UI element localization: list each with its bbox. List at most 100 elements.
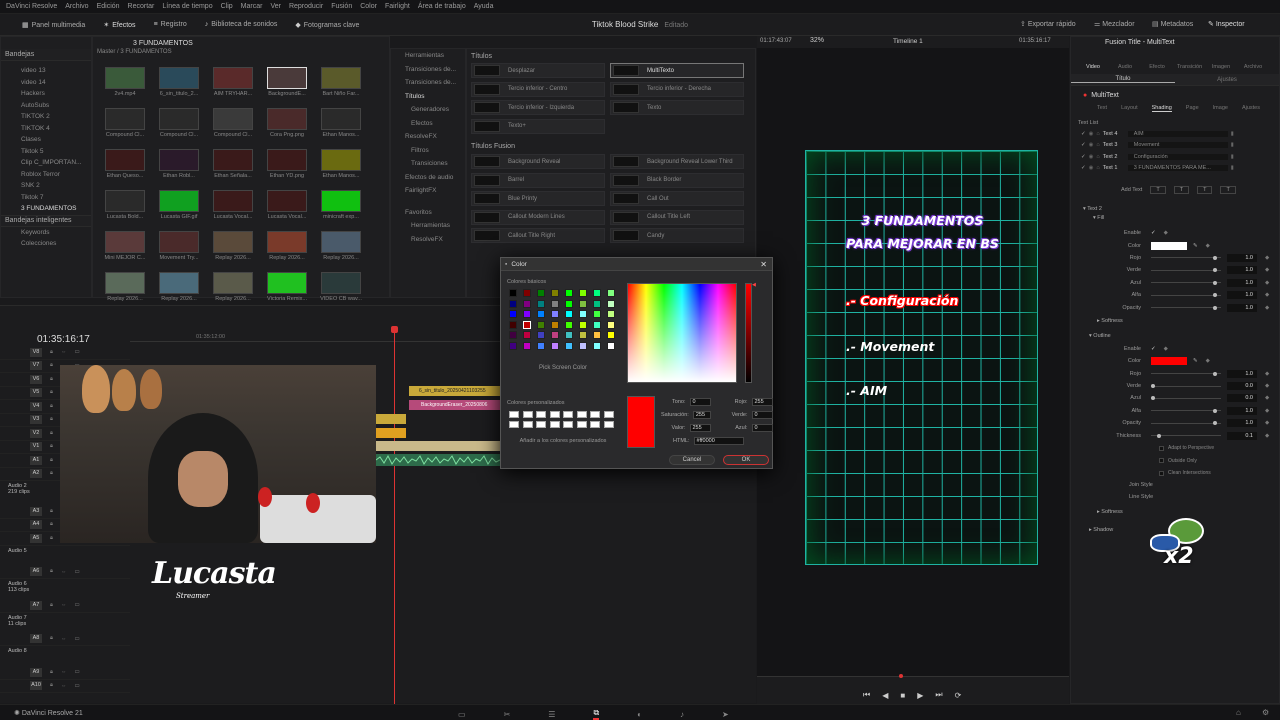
lock-icon[interactable]: 🔒︎ [50,602,53,609]
track-header[interactable]: A10 🔒︎ ⇔ ▭ [0,680,130,693]
close-icon[interactable]: ✕ [760,260,767,269]
media-clip[interactable]: Bart Niño Far... [314,67,368,97]
menu-item[interactable]: Ver [270,3,281,10]
value-field[interactable]: 1.0 [1227,278,1257,287]
keyframe-icon[interactable]: ◆ [1265,433,1269,439]
timeline-clip[interactable]: 6_sin_titulo_20250421103255 [409,386,500,396]
link-icon[interactable]: ⇔ [61,569,67,575]
color-swatch[interactable] [537,341,545,350]
color-swatch[interactable] [509,289,517,297]
media-clip[interactable]: Lucasta Vocal... [260,190,314,220]
custom-color-slot[interactable] [549,421,560,428]
link-icon[interactable]: ⇔ [61,683,67,689]
keyframe-icon[interactable]: ◆ [1265,280,1269,286]
bin-item[interactable]: video 13 [1,65,91,77]
check-icon[interactable]: ✓ [1081,165,1086,171]
color-swatch[interactable] [565,341,573,350]
ok-button[interactable]: OK [723,455,769,465]
fusion-page-icon[interactable]: ⧉ [593,708,600,720]
settings-icon[interactable]: ⚙ [1262,708,1269,717]
color-swatch[interactable] [537,289,545,297]
timeline-name[interactable]: Timeline 1 [893,38,923,45]
color-swatch[interactable] [1151,241,1187,250]
favorites-item[interactable]: ResolveFX [391,233,465,247]
menu-item[interactable]: Marcar [241,3,263,10]
delete-icon[interactable]: ▮ [1231,154,1234,160]
add-text-button[interactable]: T [1197,186,1213,194]
fusion-tab[interactable]: Page [1186,105,1199,111]
hue-saturation-picker[interactable] [627,283,737,383]
media-clip[interactable]: Ethan Señala... [206,149,260,179]
menu-item[interactable]: Archivo [65,3,88,10]
media-clip[interactable]: Replay 2026... [206,231,260,261]
lock-icon[interactable]: 🔒︎ [50,508,53,515]
custom-color-slot[interactable] [576,421,587,428]
add-custom-colors-button[interactable]: Añadir a los colores personalizados [509,438,617,444]
track-header[interactable]: A6 🔒︎ ⇔ ▭ [0,566,130,579]
check-icon[interactable]: ✓ [1081,131,1086,137]
media-clip[interactable]: Lucasta GIF.gif [152,190,206,220]
color-swatch[interactable] [551,289,559,297]
property-row[interactable]: Color ✎ ◆ [1071,355,1279,367]
keyframe-icon[interactable]: ◆ [1265,395,1269,401]
keyframe-icon[interactable]: ◆ [1265,292,1269,298]
fairlight-page-icon[interactable]: ♪ [680,710,684,719]
color-value-field[interactable]: Saturación: 255 [661,408,711,421]
menu-item[interactable]: Línea de tiempo [162,3,212,10]
text-list-item[interactable]: ✓ ◉ ⌂ Text 13 FUNDAMENTOS PARA ME... ▮ [1081,163,1279,175]
media-clip[interactable]: Ethan Manos... [314,108,368,138]
title-item[interactable]: Texto [610,100,744,115]
delete-icon[interactable]: ▮ [1231,165,1234,171]
visibility-icon[interactable]: ▭ [74,669,79,675]
media-clip[interactable]: Ethan YD.png [260,149,314,179]
property-row[interactable]: Enable ✓ ◆ [1071,227,1279,239]
color-swatch[interactable] [593,289,601,297]
value-slider[interactable] [1151,433,1221,438]
visibility-icon[interactable]: ▭ [74,602,79,608]
color-swatch[interactable] [579,310,587,318]
value-slider[interactable] [1151,396,1221,401]
color-swatch[interactable] [607,331,615,339]
custom-color-slot[interactable] [549,411,560,418]
checkbox[interactable]: ✓ [1151,346,1156,352]
menu-item[interactable]: Color [360,3,377,10]
playhead[interactable] [394,326,395,706]
lock-icon[interactable]: 🔒︎ [50,457,53,464]
color-swatch[interactable] [565,289,573,297]
value-field[interactable]: 1.0 [1227,266,1257,275]
keyframe-icon[interactable]: ◆ [1265,267,1269,273]
custom-color-slot[interactable] [536,411,546,418]
value-slider[interactable] [1151,371,1221,376]
check-icon[interactable]: ✓ [1081,142,1086,148]
effects-button[interactable]: ✶ Efectos [103,21,135,29]
property-row[interactable]: Alfa 1.0 ◆ [1071,289,1279,301]
color-swatch[interactable] [607,320,615,329]
tab-title[interactable]: Título [1071,76,1175,83]
media-clip[interactable]: Replay 2026... [98,272,152,302]
option-checkbox[interactable]: Outside Only [1159,454,1279,467]
play-reverse-icon[interactable]: ◀ [882,691,888,700]
media-clip[interactable]: Compound Cl... [206,108,260,138]
title-item[interactable]: Barrel [471,172,605,188]
media-clip[interactable]: Compound Cl... [152,108,206,138]
property-row[interactable]: Opacity 1.0 ◆ [1071,301,1279,313]
title-item[interactable]: Callout Title Left [610,209,744,225]
custom-color-slot[interactable] [590,421,600,428]
inspector-tab[interactable]: Video [1081,52,1105,70]
property-row[interactable]: Opacity 1.0 ◆ [1071,417,1279,429]
lock-icon[interactable]: 🔒︎ [50,682,53,689]
bin-item[interactable]: video 14 [1,77,91,89]
effects-tree-item[interactable]: Títulos [391,90,465,104]
quick-export-button[interactable]: ⇪ Exportar rápido [1020,20,1076,28]
title-item[interactable]: Blue Printy [471,191,605,206]
menu-item[interactable]: Edición [97,3,120,10]
effects-tree-item[interactable]: FairlightFX [391,184,465,198]
deliver-page-icon[interactable]: ➤ [722,710,729,719]
color-swatch[interactable] [607,341,615,350]
add-text-button[interactable]: T [1150,186,1166,194]
html-field[interactable]: HTML: #ff0000 [673,434,744,447]
custom-color-slot[interactable] [603,421,614,428]
keyframe-icon[interactable]: ◆ [1265,305,1269,311]
color-swatch[interactable] [565,299,573,308]
title-item[interactable]: Call Out [610,191,744,206]
